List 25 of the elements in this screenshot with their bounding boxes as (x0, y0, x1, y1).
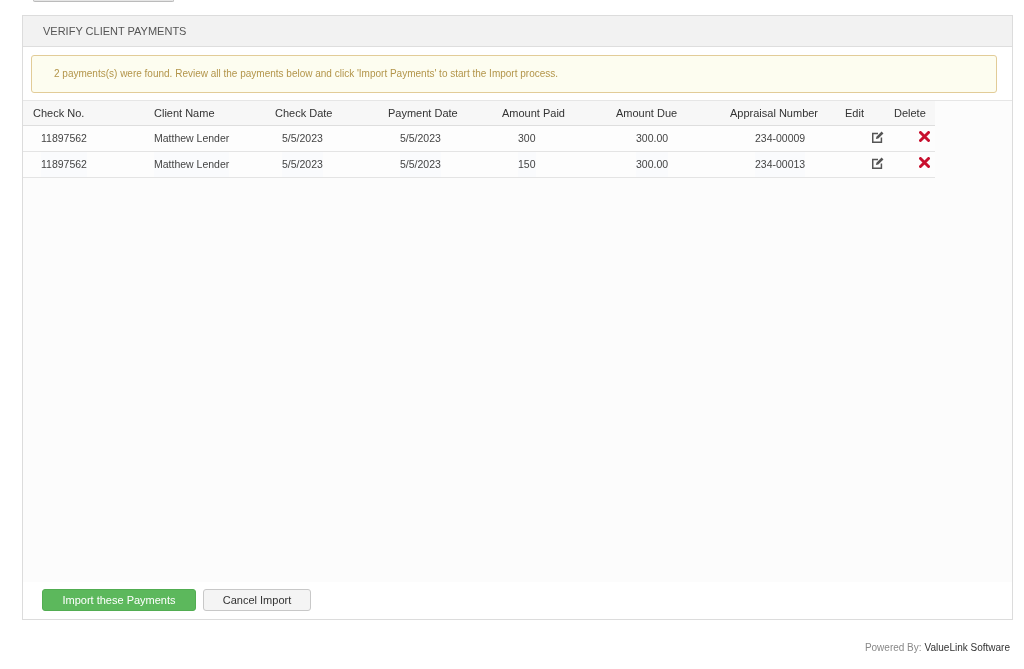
column-header: Payment Date (387, 106, 458, 121)
column-header: Check No. (32, 106, 85, 121)
table-cell-text: 11897562 (41, 131, 87, 146)
cancel-button[interactable]: Cancel Import (203, 589, 311, 611)
column-header: Delete (893, 106, 926, 121)
delete-icon[interactable] (919, 131, 930, 142)
alert-message: 2 payments(s) were found. Review all the payments below and click 'Import Payments' to start the Import process. (31, 55, 997, 93)
company-name: ValueLink Software (924, 642, 1010, 653)
column-header: Client Name (153, 106, 215, 121)
edit-icon[interactable] (872, 130, 884, 143)
table-cell-text: 5/5/2023 (400, 131, 441, 146)
table-cell-text: 234-00009 (755, 131, 806, 146)
column-header: Amount Paid (501, 106, 565, 121)
panel-title: VERIFY CLIENT PAYMENTS (23, 16, 1012, 47)
table-cell-text: 300 (518, 131, 536, 146)
delete-icon[interactable] (919, 157, 930, 168)
table-cell-text: 300.00 (636, 131, 669, 146)
column-header: Check Date (274, 106, 333, 121)
powered-by-label: Powered By: (864, 642, 922, 653)
table-cell-text: Matthew Lender (154, 131, 230, 146)
table-cell-text: 5/5/2023 (282, 131, 323, 146)
column-header: Appraisal Number (729, 106, 819, 121)
edit-icon[interactable] (872, 156, 884, 169)
column-header: Edit (844, 106, 864, 121)
column-header: Amount Due (615, 106, 678, 121)
